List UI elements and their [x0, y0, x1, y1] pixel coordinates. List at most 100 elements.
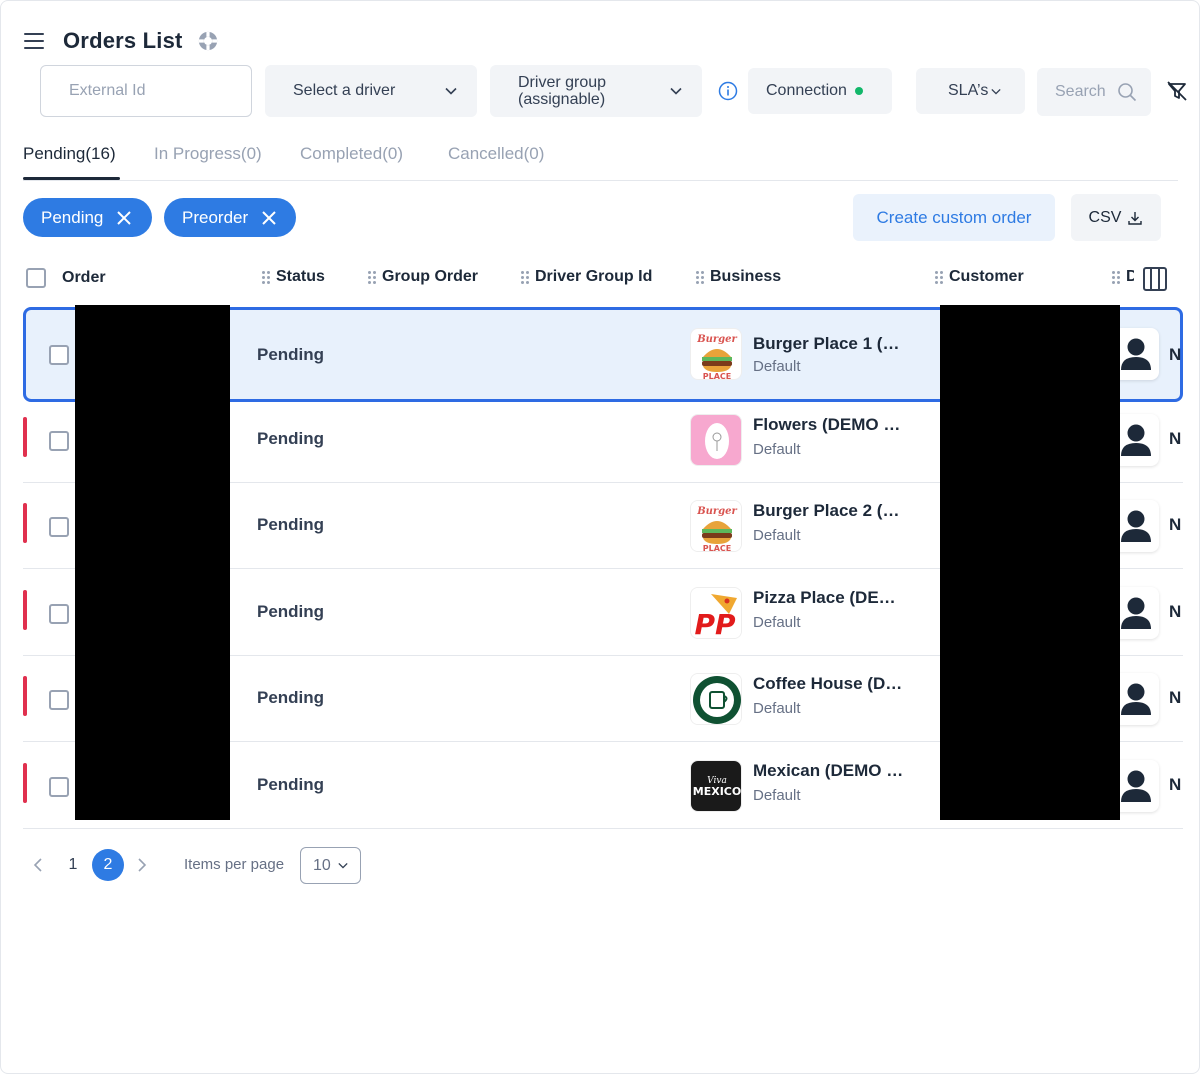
- column-header-business[interactable]: Business: [696, 268, 781, 286]
- column-status-label: Status: [276, 268, 325, 285]
- tab-pending[interactable]: Pending(16): [23, 144, 116, 164]
- active-tab-indicator: [23, 177, 120, 180]
- driver-select-label: Select a driver: [293, 82, 396, 99]
- chip-label: Pending: [41, 207, 104, 227]
- column-header-driver-group-id[interactable]: Driver Group Id: [521, 268, 652, 286]
- items-per-page-value: 10: [313, 856, 331, 874]
- column-group-order-label: Group Order: [382, 268, 479, 285]
- business-subtitle: Default: [753, 527, 801, 544]
- row-checkbox[interactable]: [49, 690, 69, 710]
- user-avatar-icon: [1121, 424, 1151, 456]
- business-logo: Viva MEXICO: [690, 760, 742, 812]
- drag-handle-icon[interactable]: [1112, 270, 1120, 284]
- priority-flag: [23, 417, 27, 457]
- external-id-input-wrap[interactable]: [40, 65, 252, 117]
- sla-label: SLA’s: [948, 82, 989, 99]
- user-avatar-icon: [1121, 683, 1151, 715]
- row-truncated-value: N: [1169, 602, 1181, 621]
- sla-select[interactable]: SLA’s: [916, 68, 1025, 114]
- user-avatar-icon: [1121, 510, 1151, 542]
- user-avatar-icon: [1121, 338, 1151, 370]
- lifebuoy-icon[interactable]: [197, 30, 219, 52]
- business-name[interactable]: Coffee House (D…: [753, 674, 902, 694]
- driver-select[interactable]: Select a driver: [265, 65, 477, 117]
- row-truncated-value: N: [1169, 775, 1181, 794]
- column-header-customer[interactable]: Customer: [935, 268, 1024, 286]
- csv-label: CSV: [1088, 208, 1122, 226]
- page-2-button[interactable]: 2: [92, 849, 124, 881]
- chip-label: Preorder: [182, 207, 249, 227]
- csv-export-button[interactable]: CSV: [1071, 194, 1161, 241]
- items-per-page-select[interactable]: 10: [300, 847, 361, 884]
- download-icon: [1128, 211, 1143, 225]
- row-checkbox[interactable]: [49, 517, 69, 537]
- page-header: Orders List: [24, 28, 219, 54]
- chevron-down-icon: [670, 87, 682, 95]
- row-checkbox[interactable]: [49, 345, 69, 365]
- row-status: Pending: [257, 429, 325, 448]
- columns-icon[interactable]: [1143, 267, 1167, 291]
- column-driver-group-id-label: Driver Group Id: [535, 268, 653, 285]
- driver-group-select[interactable]: Driver group (assignable): [490, 65, 702, 117]
- external-id-input[interactable]: [69, 82, 223, 100]
- row-status: Pending: [257, 345, 325, 364]
- tab-cancelled[interactable]: Cancelled(0): [448, 144, 544, 164]
- filter-chip-preorder: Preorder: [164, 198, 296, 237]
- drag-handle-icon[interactable]: [368, 270, 376, 284]
- priority-flag: [23, 503, 27, 543]
- chevron-right-icon[interactable]: [137, 857, 147, 873]
- business-name[interactable]: Burger Place 1 (…: [753, 334, 899, 354]
- redacted-order-column: [75, 305, 230, 820]
- search-input[interactable]: [1055, 83, 1105, 101]
- select-all-checkbox[interactable]: [26, 268, 46, 288]
- business-subtitle: Default: [753, 358, 801, 375]
- close-icon[interactable]: [117, 210, 132, 225]
- items-per-page-label: Items per page: [184, 856, 285, 873]
- svg-text:PP: PP: [694, 608, 736, 639]
- chevron-down-icon: [338, 862, 348, 869]
- search-icon[interactable]: [1117, 82, 1137, 102]
- row-checkbox[interactable]: [49, 777, 69, 797]
- row-status: Pending: [257, 515, 325, 534]
- business-name[interactable]: Burger Place 2 (…: [753, 501, 899, 521]
- column-header-truncated[interactable]: D: [1112, 268, 1134, 286]
- user-avatar-icon: [1121, 770, 1151, 802]
- row-truncated-value: N: [1169, 345, 1181, 364]
- hamburger-icon[interactable]: [24, 33, 44, 49]
- tab-completed[interactable]: Completed(0): [300, 144, 403, 164]
- business-logo: [690, 414, 742, 466]
- row-status: Pending: [257, 688, 325, 707]
- column-header-status[interactable]: Status: [262, 268, 325, 286]
- info-icon[interactable]: [718, 81, 738, 101]
- page-1-button[interactable]: 1: [57, 849, 89, 881]
- business-name[interactable]: Pizza Place (DE…: [753, 588, 896, 608]
- chevron-left-icon[interactable]: [33, 857, 43, 873]
- driver-group-label: Driver group (assignable): [518, 74, 607, 108]
- svg-text:Burger: Burger: [696, 506, 737, 517]
- close-icon[interactable]: [262, 210, 276, 225]
- row-checkbox[interactable]: [49, 604, 69, 624]
- svg-text:PLACE: PLACE: [703, 372, 732, 380]
- business-subtitle: Default: [753, 700, 801, 717]
- create-custom-order-button[interactable]: Create custom order: [853, 194, 1055, 241]
- svg-text:PLACE: PLACE: [703, 544, 732, 552]
- business-subtitle: Default: [753, 614, 801, 631]
- drag-handle-icon[interactable]: [262, 270, 270, 284]
- row-checkbox[interactable]: [49, 431, 69, 451]
- business-name[interactable]: Flowers (DEMO …: [753, 415, 900, 435]
- drag-handle-icon[interactable]: [696, 270, 704, 284]
- search-box[interactable]: [1037, 68, 1151, 116]
- column-header-group-order[interactable]: Group Order: [368, 268, 478, 286]
- business-logo: Burger PLACE: [690, 328, 742, 380]
- drag-handle-icon[interactable]: [935, 270, 943, 284]
- column-truncated-label: D: [1126, 268, 1134, 285]
- tab-in-progress[interactable]: In Progress(0): [154, 144, 262, 164]
- filter-chip-pending: Pending: [23, 198, 152, 237]
- column-customer-label: Customer: [949, 268, 1024, 285]
- business-name[interactable]: Mexican (DEMO …: [753, 761, 903, 781]
- connection-button[interactable]: Connection: [748, 68, 892, 114]
- page-title: Orders List: [63, 28, 183, 53]
- user-avatar-icon: [1121, 597, 1151, 629]
- filter-off-icon[interactable]: [1166, 80, 1188, 102]
- drag-handle-icon[interactable]: [521, 270, 529, 284]
